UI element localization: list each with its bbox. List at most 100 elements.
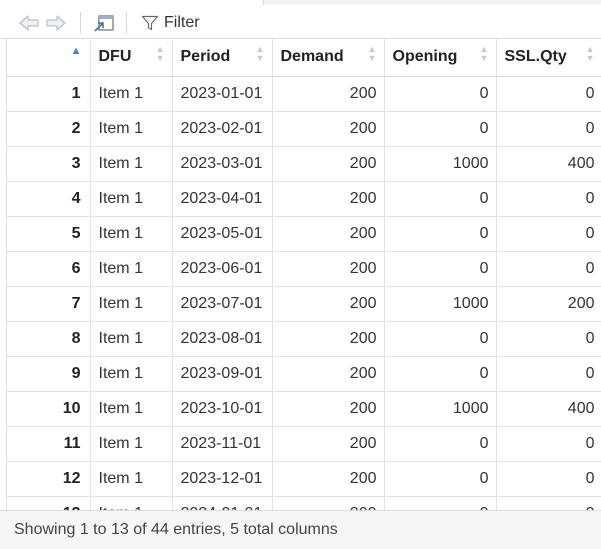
opening-cell[interactable]: 0 [384, 461, 497, 497]
period-cell[interactable]: 2023-02-01 [172, 111, 273, 147]
row-index-cell[interactable]: 4 [7, 181, 91, 217]
table-row[interactable]: 9 Item 1 2023-09-01 200 0 0 [7, 356, 601, 392]
ssl-qty-cell[interactable]: 0 [496, 356, 601, 392]
ssl-qty-cell[interactable]: 400 [496, 146, 601, 182]
ssl-qty-cell[interactable]: 0 [496, 426, 601, 462]
row-index-cell[interactable]: 5 [7, 216, 91, 252]
data-grid[interactable]: ▲ DFU ▲ ▼ Period ▲ ▼ Demand ▲ ▼ Opening ▲ ▼ [6, 39, 601, 510]
dfu-cell[interactable]: Item 1 [90, 76, 173, 112]
period-cell[interactable]: 2023-12-01 [172, 461, 273, 497]
dfu-cell[interactable]: Item 1 [90, 216, 173, 252]
demand-cell[interactable]: 200 [272, 286, 385, 322]
demand-cell[interactable]: 200 [272, 426, 385, 462]
period-cell[interactable]: 2023-11-01 [172, 426, 273, 462]
period-cell[interactable]: 2023-03-01 [172, 146, 273, 182]
row-index-cell[interactable]: 6 [7, 251, 91, 287]
forward-button[interactable] [45, 13, 67, 33]
dfu-cell[interactable]: Item 1 [90, 391, 173, 427]
table-row[interactable]: 4 Item 1 2023-04-01 200 0 0 [7, 181, 601, 217]
dfu-cell[interactable]: Item 1 [90, 356, 173, 392]
table-row[interactable]: 8 Item 1 2023-08-01 200 0 0 [7, 321, 601, 357]
ssl-qty-cell[interactable]: 0 [496, 496, 601, 510]
table-row[interactable]: 6 Item 1 2023-06-01 200 0 0 [7, 251, 601, 287]
period-cell[interactable]: 2023-05-01 [172, 216, 273, 252]
filter-button[interactable]: Filter [141, 12, 200, 34]
opening-cell[interactable]: 0 [384, 321, 497, 357]
period-cell[interactable]: 2023-07-01 [172, 286, 273, 322]
back-button[interactable] [18, 13, 40, 33]
demand-cell[interactable]: 200 [272, 111, 385, 147]
demand-cell[interactable]: 200 [272, 76, 385, 112]
opening-cell[interactable]: 0 [384, 216, 497, 252]
row-index-cell[interactable]: 10 [7, 391, 91, 427]
opening-cell[interactable]: 1000 [384, 146, 497, 182]
ssl-qty-cell[interactable]: 0 [496, 461, 601, 497]
dfu-cell[interactable]: Item 1 [90, 496, 173, 510]
ssl-qty-cell[interactable]: 0 [496, 181, 601, 217]
column-header-demand[interactable]: Demand ▲ ▼ [272, 39, 385, 77]
demand-cell[interactable]: 200 [272, 391, 385, 427]
column-header-ssl-qty[interactable]: SSL.Qty ▲ ▼ [496, 39, 601, 77]
row-index-cell[interactable]: 9 [7, 356, 91, 392]
row-index-cell[interactable]: 13 [7, 496, 91, 510]
ssl-qty-cell[interactable]: 400 [496, 391, 601, 427]
table-row[interactable]: 11 Item 1 2023-11-01 200 0 0 [7, 426, 601, 462]
column-header-period[interactable]: Period ▲ ▼ [172, 39, 273, 77]
demand-cell[interactable]: 200 [272, 356, 385, 392]
opening-cell[interactable]: 0 [384, 181, 497, 217]
row-index-cell[interactable]: 7 [7, 286, 91, 322]
opening-cell[interactable]: 1000 [384, 286, 497, 322]
dfu-cell[interactable]: Item 1 [90, 321, 173, 357]
ssl-qty-cell[interactable]: 200 [496, 286, 601, 322]
row-index-cell[interactable]: 1 [7, 76, 91, 112]
popout-button[interactable] [92, 13, 116, 33]
demand-cell[interactable]: 200 [272, 146, 385, 182]
ssl-qty-cell[interactable]: 0 [496, 251, 601, 287]
table-row[interactable]: 7 Item 1 2023-07-01 200 1000 200 [7, 286, 601, 322]
dfu-cell[interactable]: Item 1 [90, 111, 173, 147]
dfu-cell[interactable]: Item 1 [90, 251, 173, 287]
row-index-cell[interactable]: 8 [7, 321, 91, 357]
row-index-cell[interactable]: 3 [7, 146, 91, 182]
dfu-cell[interactable]: Item 1 [90, 426, 173, 462]
dfu-cell[interactable]: Item 1 [90, 146, 173, 182]
demand-cell[interactable]: 200 [272, 181, 385, 217]
demand-cell[interactable]: 200 [272, 496, 385, 510]
ssl-qty-cell[interactable]: 0 [496, 216, 601, 252]
ssl-qty-cell[interactable]: 0 [496, 111, 601, 147]
period-cell[interactable]: 2023-08-01 [172, 321, 273, 357]
opening-cell[interactable]: 0 [384, 251, 497, 287]
opening-cell[interactable]: 1000 [384, 391, 497, 427]
dfu-cell[interactable]: Item 1 [90, 461, 173, 497]
period-cell[interactable]: 2024-01-01 [172, 496, 273, 510]
ssl-qty-cell[interactable]: 0 [496, 321, 601, 357]
table-row[interactable]: 2 Item 1 2023-02-01 200 0 0 [7, 111, 601, 147]
period-cell[interactable]: 2023-04-01 [172, 181, 273, 217]
column-header-dfu[interactable]: DFU ▲ ▼ [90, 39, 173, 77]
opening-cell[interactable]: 0 [384, 76, 497, 112]
demand-cell[interactable]: 200 [272, 461, 385, 497]
dfu-cell[interactable]: Item 1 [90, 286, 173, 322]
period-cell[interactable]: 2023-10-01 [172, 391, 273, 427]
opening-cell[interactable]: 0 [384, 111, 497, 147]
column-header-opening[interactable]: Opening ▲ ▼ [384, 39, 497, 77]
column-header-index[interactable]: ▲ [7, 39, 91, 77]
demand-cell[interactable]: 200 [272, 216, 385, 252]
demand-cell[interactable]: 200 [272, 251, 385, 287]
opening-cell[interactable]: 0 [384, 496, 497, 510]
period-cell[interactable]: 2023-09-01 [172, 356, 273, 392]
dfu-cell[interactable]: Item 1 [90, 181, 173, 217]
ssl-qty-cell[interactable]: 0 [496, 76, 601, 112]
table-row[interactable]: 3 Item 1 2023-03-01 200 1000 400 [7, 146, 601, 182]
demand-cell[interactable]: 200 [272, 321, 385, 357]
table-row[interactable]: 10 Item 1 2023-10-01 200 1000 400 [7, 391, 601, 427]
period-cell[interactable]: 2023-06-01 [172, 251, 273, 287]
opening-cell[interactable]: 0 [384, 426, 497, 462]
opening-cell[interactable]: 0 [384, 356, 497, 392]
period-cell[interactable]: 2023-01-01 [172, 76, 273, 112]
row-index-cell[interactable]: 11 [7, 426, 91, 462]
row-index-cell[interactable]: 12 [7, 461, 91, 497]
table-row[interactable]: 12 Item 1 2023-12-01 200 0 0 [7, 461, 601, 497]
table-row[interactable]: 1 Item 1 2023-01-01 200 0 0 [7, 76, 601, 112]
table-row[interactable]: 13Item 12024-01-0120000 [7, 496, 601, 510]
